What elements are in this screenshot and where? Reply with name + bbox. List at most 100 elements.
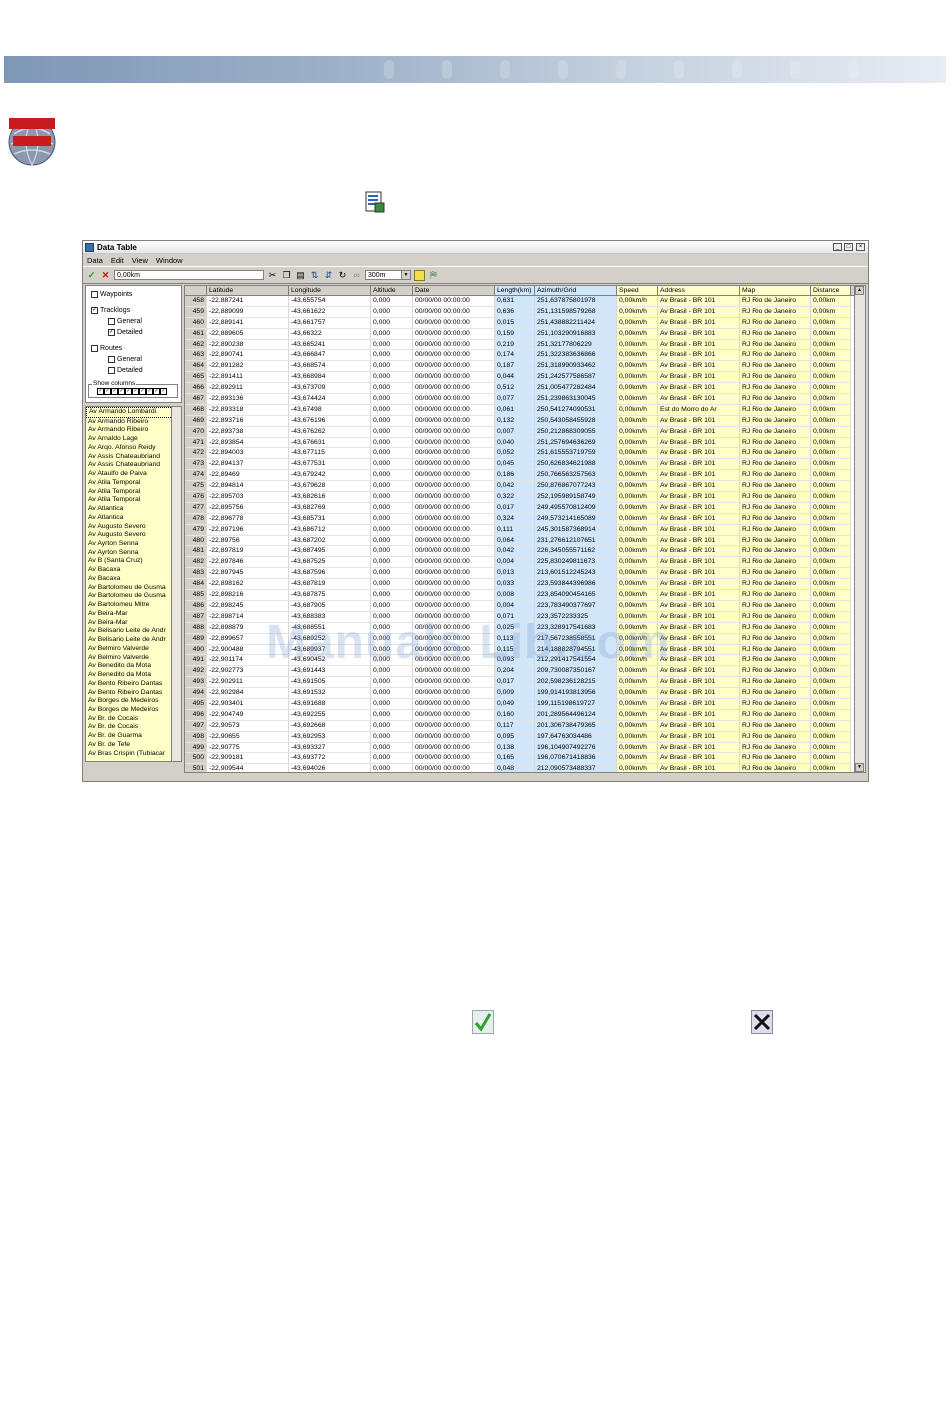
cell-date[interactable]: 00/00/00 00:00:00 [413,296,495,307]
cell-speed[interactable]: 0,00km/h [617,437,658,449]
list-item[interactable]: Av Beira-Mar [86,610,181,619]
cell-distance[interactable]: 0,00km [811,731,851,743]
cell-longitude[interactable]: -43,661757 [289,317,371,329]
cell-latitude[interactable]: -22,89756 [207,535,289,547]
cell-length[interactable]: 0,004 [495,600,535,612]
cell-map[interactable]: RJ Rio de Janeiro [740,350,811,362]
cell-length[interactable]: 0,117 [495,720,535,732]
table-row[interactable]: 500 -22,909181 -43,693772 0,000 00/00/00 00:… [185,753,865,765]
cell-length[interactable]: 0,013 [495,568,535,580]
cell-azimuth[interactable]: 196,070671418836 [535,753,617,765]
cell-row-number[interactable]: 500 [185,753,207,765]
cell-altitude[interactable]: 0,000 [371,459,413,471]
cell-date[interactable]: 00/00/00 00:00:00 [413,600,495,612]
table-row[interactable]: 467 -22,893136 -43,674424 0,000 00/00/00 00:… [185,394,865,405]
cell-longitude[interactable]: -43,676196 [289,415,371,427]
table-row[interactable]: 482 -22,897846 -43,687525 0,000 00/00/00 00:… [185,557,865,569]
cell-length[interactable]: 0,204 [495,666,535,678]
paste-icon[interactable]: ▤ [295,270,306,281]
cell-speed[interactable]: 0,00km/h [617,492,658,503]
highlight-icon[interactable] [414,269,425,281]
cell-longitude[interactable]: -43,676262 [289,426,371,438]
list-item[interactable]: Av Beira-Mar [86,619,181,628]
cell-row-number[interactable]: 491 [185,655,207,667]
refresh-icon[interactable]: ↻ [337,270,348,281]
tree-item-routes-general[interactable]: General [108,356,142,363]
cell-latitude[interactable]: -22,893716 [207,415,289,427]
cell-latitude[interactable]: -22,894003 [207,448,289,460]
cell-latitude[interactable]: -22,90775 [207,742,289,754]
cell-azimuth[interactable]: 250,626834621988 [535,459,617,471]
cell-latitude[interactable]: -22,889141 [207,317,289,329]
cell-altitude[interactable]: 0,000 [371,524,413,536]
cell-azimuth[interactable]: 214,188828794551 [535,644,617,656]
cell-speed[interactable]: 0,00km/h [617,481,658,493]
table-row[interactable]: 473 -22,894137 -43,677531 0,000 00/00/00 00:… [185,459,865,471]
table-row[interactable]: 481 -22,897819 -43,687495 0,000 00/00/00 00:… [185,546,865,558]
scroll-down-icon[interactable]: ▼ [855,763,864,772]
table-row[interactable]: 468 -22,893318 -43,67498 0,000 00/00/00 00:0… [185,404,865,416]
cell-longitude[interactable]: -43,668984 [289,372,371,384]
cell-address[interactable]: Av Brasil - BR 101 [658,579,740,591]
column-visibility-checkbox[interactable]: ✓ [97,388,104,395]
cell-azimuth[interactable]: 199,914193813956 [535,688,617,699]
cell-speed[interactable]: 0,00km/h [617,296,658,307]
cell-length[interactable]: 0,160 [495,709,535,721]
table-row[interactable]: 463 -22,890741 -43,666847 0,000 00/00/00 00:… [185,350,865,362]
table-row[interactable]: 499 -22,90775 -43,693327 0,000 00/00/00 00:0… [185,742,865,754]
cell-length[interactable]: 0,044 [495,372,535,384]
cell-address[interactable]: Av Brasil - BR 101 [658,394,740,405]
cell-longitude[interactable]: -43,692953 [289,731,371,743]
column-header-speed[interactable]: Speed [617,286,658,295]
cell-azimuth[interactable]: 231,276612107651 [535,535,617,547]
cell-address[interactable]: Av Brasil - BR 101 [658,437,740,449]
cell-date[interactable]: 00/00/00 00:00:00 [413,361,495,373]
table-row[interactable]: 489 -22,899657 -43,689252 0,000 00/00/00 00:… [185,633,865,645]
cell-date[interactable]: 00/00/00 00:00:00 [413,557,495,569]
cell-azimuth[interactable]: 250,212868309055 [535,426,617,438]
cell-map[interactable]: RJ Rio de Janeiro [740,383,811,395]
cell-date[interactable]: 00/00/00 00:00:00 [413,709,495,721]
list-item[interactable]: Av Bartolomeu de Gusma [86,584,181,593]
cell-date[interactable]: 00/00/00 00:00:00 [413,328,495,340]
cell-azimuth[interactable]: 196,104907492276 [535,742,617,754]
cell-length[interactable]: 0,512 [495,383,535,395]
cell-map[interactable]: RJ Rio de Janeiro [740,633,811,645]
cell-distance[interactable]: 0,00km [811,415,851,427]
cell-date[interactable]: 00/00/00 00:00:00 [413,437,495,449]
cell-address[interactable]: Av Brasil - BR 101 [658,753,740,765]
cell-altitude[interactable]: 0,000 [371,698,413,710]
cell-longitude[interactable]: -43,679242 [289,470,371,482]
cell-speed[interactable]: 0,00km/h [617,394,658,405]
cell-length[interactable]: 0,132 [495,415,535,427]
cell-latitude[interactable]: -22,903401 [207,698,289,710]
table-row[interactable]: 486 -22,898245 -43,687905 0,000 00/00/00 00:… [185,600,865,612]
cell-speed[interactable]: 0,00km/h [617,568,658,580]
cell-latitude[interactable]: -22,887241 [207,296,289,307]
cell-map[interactable]: RJ Rio de Janeiro [740,361,811,373]
cell-date[interactable]: 00/00/00 00:00:00 [413,568,495,580]
cell-address[interactable]: Av Brasil - BR 101 [658,590,740,601]
cell-azimuth[interactable]: 251,32177806229 [535,339,617,351]
cell-address[interactable]: Av Brasil - BR 101 [658,296,740,307]
cell-longitude[interactable]: -43,692668 [289,720,371,732]
cell-azimuth[interactable]: 250,876867077243 [535,481,617,493]
list-item[interactable]: Av Augusto Severo [86,523,181,532]
cell-map[interactable]: RJ Rio de Janeiro [740,317,811,329]
table-row[interactable]: 460 -22,889141 -43,661757 0,000 00/00/00 00:… [185,317,865,329]
cell-speed[interactable]: 0,00km/h [617,426,658,438]
cell-map[interactable]: RJ Rio de Janeiro [740,590,811,601]
cell-length[interactable]: 0,025 [495,622,535,634]
cell-map[interactable]: RJ Rio de Janeiro [740,666,811,678]
cell-azimuth[interactable]: 251,131598579268 [535,306,617,318]
cell-address[interactable]: Av Brasil - BR 101 [658,764,740,772]
cell-speed[interactable]: 0,00km/h [617,557,658,569]
cell-speed[interactable]: 0,00km/h [617,600,658,612]
cell-longitude[interactable]: -43,67498 [289,404,371,416]
cell-date[interactable]: 00/00/00 00:00:00 [413,524,495,536]
table-row[interactable]: 480 -22,89756 -43,687202 0,000 00/00/00 00:0… [185,535,865,547]
cell-altitude[interactable]: 0,000 [371,415,413,427]
cell-distance[interactable]: 0,00km [811,437,851,449]
cell-altitude[interactable]: 0,000 [371,317,413,329]
cell-azimuth[interactable]: 251,005477282484 [535,383,617,395]
